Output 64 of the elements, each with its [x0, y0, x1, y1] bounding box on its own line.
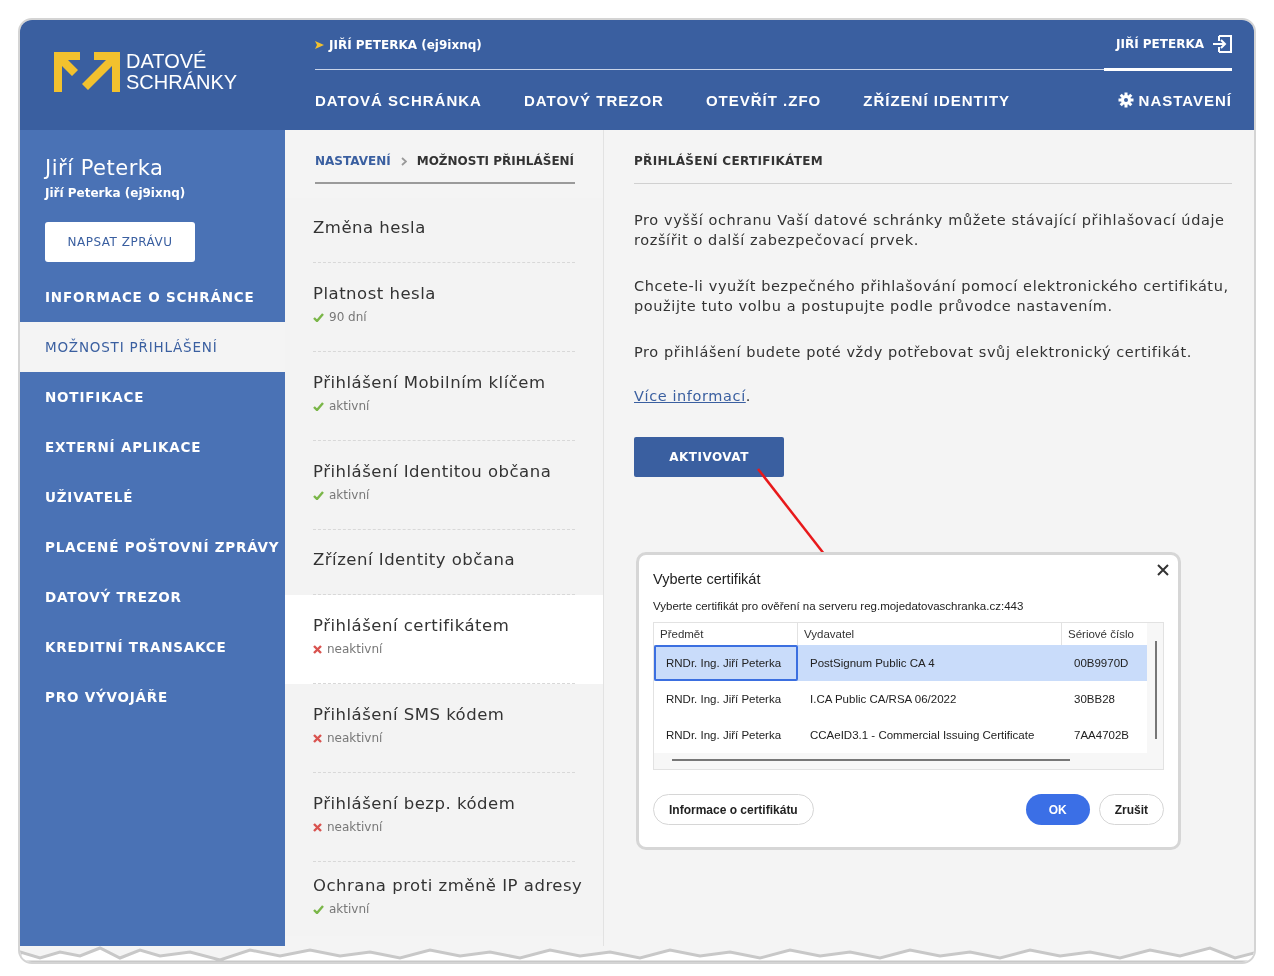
sidebar-item[interactable]: NOTIFIKACE [20, 372, 285, 422]
logo-text: DATOVÉ SCHRÁNKY [126, 51, 238, 93]
option-item[interactable]: Přihlášení certifikátem neaktivní [285, 595, 603, 684]
option-status: aktivní [329, 902, 370, 916]
profile-name: Jiří Peterka [43, 156, 165, 180]
option-status: neaktivní [327, 642, 383, 656]
option-title: Přihlášení certifikátem [313, 616, 511, 635]
punctuation-text: . [745, 388, 751, 404]
more-info-link[interactable]: Více informací [634, 388, 746, 404]
scrollbar[interactable] [1155, 641, 1157, 739]
option-title: Změna hesla [313, 217, 427, 237]
sidebar-item[interactable]: EXTERNÍ APLIKACE [20, 422, 285, 472]
profile-id: Jiří Peterka (ej9ixnq) [43, 186, 187, 200]
column-header[interactable]: Předmět [654, 623, 798, 645]
close-icon[interactable] [1156, 563, 1170, 577]
sidebar-item[interactable]: PRO VÝVOJÁŘE [20, 672, 285, 722]
user-name[interactable]: JIŘÍ PETERKA [1116, 37, 1204, 51]
certificate-row[interactable]: RNDr. Ing. Jiří Peterka PostSignum Public CA 4 00B9970D [654, 645, 1147, 681]
option-title: Přihlášení Mobilním klíčem [313, 373, 547, 392]
option-title: Přihlášení SMS kódem [313, 705, 506, 724]
scrollbar[interactable] [672, 759, 1070, 761]
option-status: neaktivní [327, 820, 383, 834]
column-header[interactable]: Sériové číslo [1062, 623, 1147, 645]
option-status: aktivní [329, 399, 370, 413]
settings-icon [1117, 92, 1134, 108]
sidebar-item[interactable]: PLACENÉ POŠTOVNÍ ZPRÁVY [20, 522, 285, 572]
description-text: Pro přihlášení budete poté vždy potřebovat svůj elektronický certifikát. [634, 343, 1193, 362]
description-text: Chcete-li využít bezpečného přihlašování pomocí elektronického certifikátu, použijte tuto volbu a postupujte podle průvodce nastavením. [634, 277, 1230, 316]
activate-button[interactable]: AKTIVOVAT [634, 437, 784, 477]
certificate-info-button[interactable]: Informace o certifikátu [653, 794, 814, 825]
description-text: Pro vyšší ochranu Vaší datové schránky můžete stávající přihlašovací údaje rozšířit o další zabezpečovací prvek. [634, 211, 1226, 250]
account-name[interactable]: JIŘÍ PETERKA (ej9ixnq) [329, 37, 482, 52]
option-status: 90 dní [329, 310, 367, 324]
option-title: Ochrana proti změně IP adresy [313, 876, 583, 895]
option-title: Přihlášení Identitou občana [313, 462, 553, 481]
write-message-button[interactable]: NAPSAT ZPRÁVU [45, 222, 195, 262]
option-title: Přihlášení bezp. kódem [313, 794, 517, 813]
sidebar-item[interactable]: KREDITNÍ TRANSAKCE [20, 622, 285, 672]
nav-link[interactable]: ZŘÍZENÍ IDENTITY [863, 91, 1011, 109]
logout-icon[interactable] [1212, 35, 1232, 53]
dialog-subtitle: Vyberte certifikát pro ověření na serveru reg.mojedatovaschranka.cz:443 [653, 600, 1025, 612]
certificate-row[interactable]: RNDr. Ing. Jiří Peterka I.CA Public CA/RSA 06/2022 30BB28 [654, 681, 1147, 717]
section-title: PŘIHLÁŠENÍ CERTIFIKÁTEM [634, 154, 1232, 184]
dialog-title: Vyberte certifikát [653, 571, 762, 587]
settings-link[interactable]: NASTAVENÍ [1117, 91, 1232, 109]
sidebar-item[interactable]: MOŽNOSTI PŘIHLÁŠENÍ [20, 322, 285, 372]
certificate-row[interactable]: RNDr. Ing. Jiří Peterka CCAeID3.1 - Commercial Issuing Certificate 7AA4702B [654, 717, 1147, 753]
option-title: Zřízení Identity občana [313, 549, 517, 569]
option-title: Platnost hesla [313, 284, 437, 303]
sidebar-item[interactable]: DATOVÝ TREZOR [20, 572, 285, 622]
sidebar-item[interactable]: UŽIVATELÉ [20, 472, 285, 522]
sidebar-item[interactable]: INFORMACE O SCHRÁNCE [20, 272, 285, 322]
nav-link[interactable]: DATOVÝ TREZOR [523, 91, 664, 109]
breadcrumb-link[interactable]: NASTAVENÍ [315, 154, 391, 168]
chevron-icon [400, 157, 407, 166]
nav-link[interactable]: DATOVÁ SCHRÁNKA [315, 91, 482, 109]
breadcrumb-link[interactable]: MOŽNOSTI PŘIHLÁŠENÍ [416, 154, 575, 168]
ok-button[interactable]: OK [1025, 794, 1090, 825]
logo-icon [54, 52, 120, 92]
option-status: aktivní [329, 488, 370, 502]
arrow-icon [315, 40, 324, 49]
nav-link[interactable]: OTEVŘÍT .ZFO [705, 91, 822, 109]
option-status: neaktivní [327, 731, 383, 745]
cancel-button[interactable]: Zrušit [1098, 794, 1164, 825]
